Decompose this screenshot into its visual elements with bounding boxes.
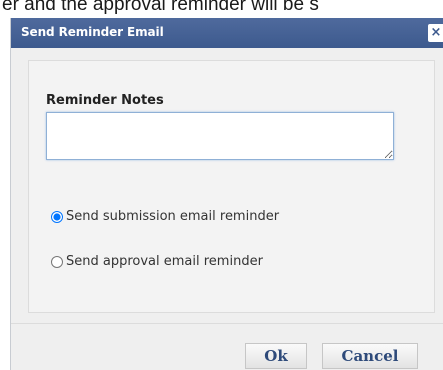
submission-reminder-label: Send submission email reminder	[66, 209, 280, 224]
cancel-button[interactable]: Cancel	[322, 343, 418, 369]
ok-button[interactable]: Ok	[245, 343, 307, 369]
reminder-notes-label: Reminder Notes	[46, 93, 164, 108]
approval-reminder-radio[interactable]	[51, 255, 63, 268]
submission-reminder-option[interactable]: Send submission email reminder	[51, 209, 279, 224]
submission-reminder-radio[interactable]	[51, 210, 63, 223]
approval-reminder-option[interactable]: Send approval email reminder	[51, 254, 263, 269]
reminder-notes-input[interactable]	[46, 112, 394, 160]
send-reminder-dialog: Send Reminder Email × Reminder Notes Sen…	[10, 18, 443, 370]
dialog-title: Send Reminder Email	[21, 25, 164, 39]
reminder-form-panel: Reminder Notes Send submission email rem…	[28, 60, 435, 313]
approval-reminder-label: Send approval email reminder	[66, 254, 263, 269]
background-partial-text: er and the approval reminder will be s	[2, 0, 319, 15]
dialog-titlebar[interactable]: Send Reminder Email ×	[11, 18, 443, 48]
footer-divider	[11, 323, 443, 324]
close-icon[interactable]: ×	[428, 24, 443, 42]
page: er and the approval reminder will be s S…	[0, 0, 443, 370]
